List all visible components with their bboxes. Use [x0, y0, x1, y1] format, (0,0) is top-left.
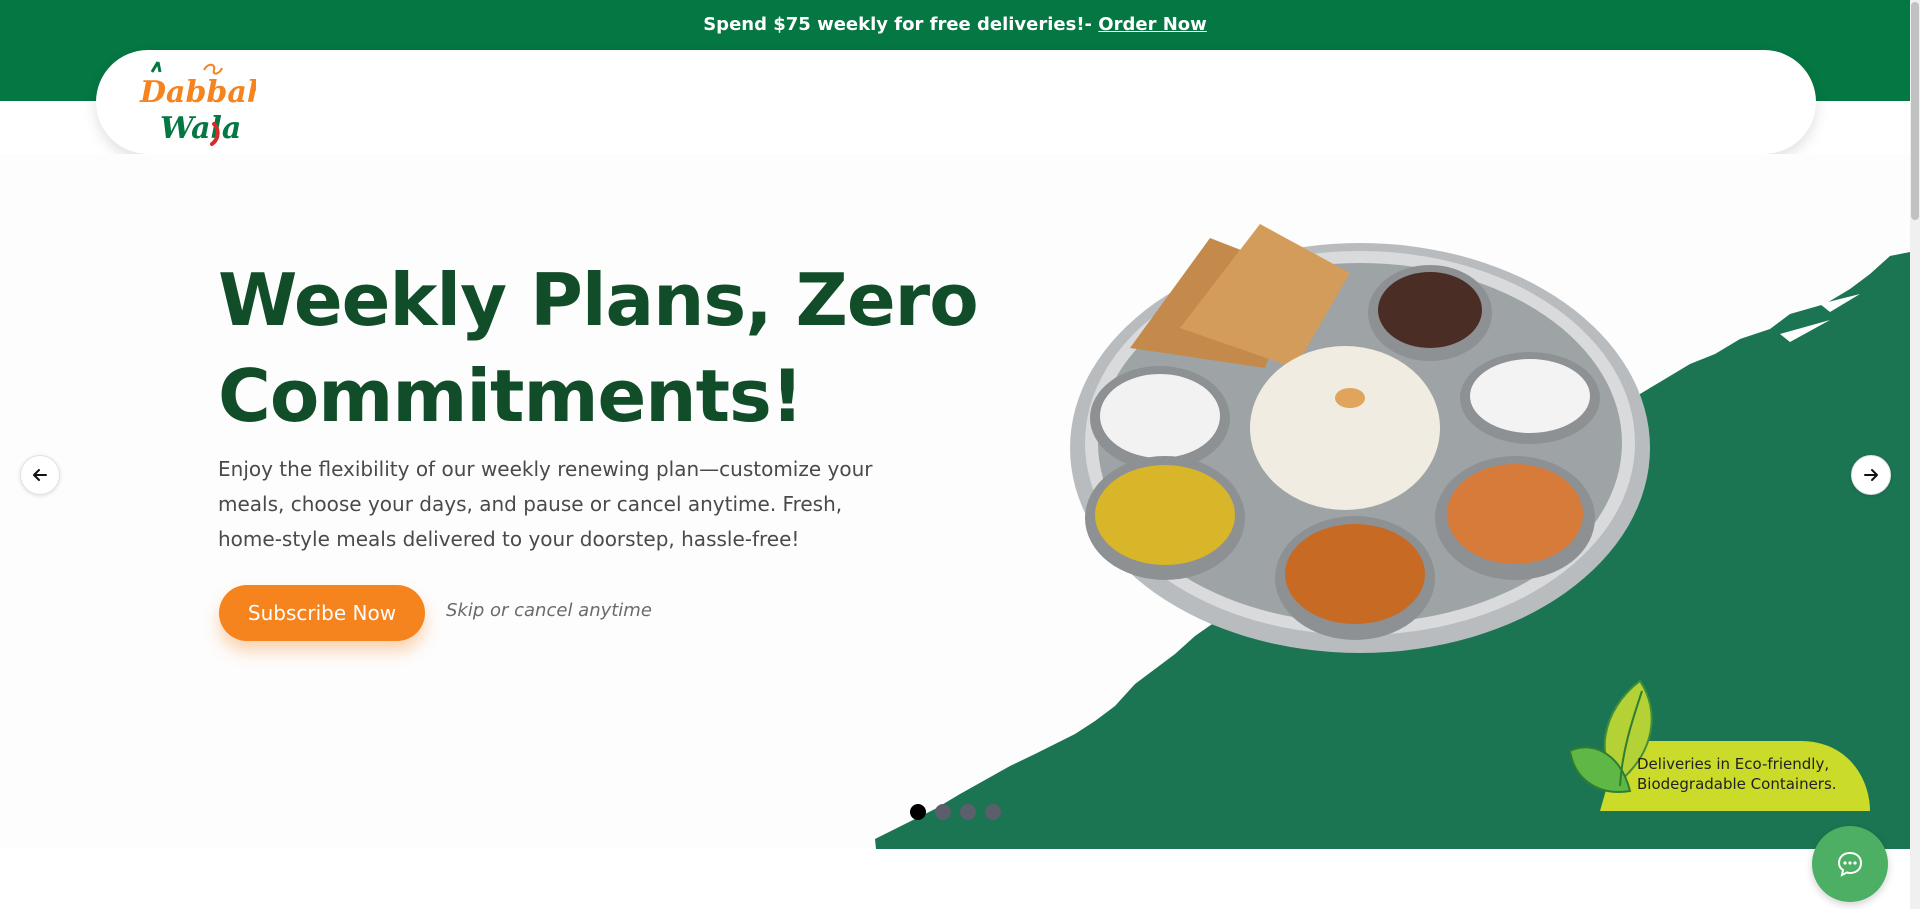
hero-description: Enjoy the flexibility of our weekly rene…	[218, 457, 873, 551]
cancel-note: Skip or cancel anytime	[446, 600, 652, 621]
carousel-prev-button[interactable]	[20, 455, 60, 495]
hero-title: Weekly Plans, Zero Commitments!	[218, 252, 979, 444]
carousel-dot-2[interactable]	[935, 804, 951, 820]
promo-message: Spend $75 weekly for free deliveries!- O…	[0, 14, 1910, 35]
arrow-right-icon	[1864, 469, 1878, 481]
carousel-dot-1[interactable]	[910, 804, 926, 820]
carousel-next-button[interactable]	[1851, 455, 1891, 495]
hero-title-line-2: Commitments!	[218, 354, 804, 438]
promo-text: Spend $75 weekly for free deliveries!-	[703, 14, 1099, 35]
logo-icon: Dabbah Wala	[139, 61, 269, 146]
chat-button[interactable]	[1812, 826, 1888, 902]
logo-word-2: Wala	[160, 111, 241, 146]
eco-message: Deliveries in Eco-friendly, Biodegradabl…	[1637, 754, 1867, 794]
chat-bubble-icon	[1837, 851, 1863, 877]
hero-title-line-1: Weekly Plans, Zero	[218, 258, 979, 342]
hero-carousel: Weekly Plans, Zero Commitments! Enjoy th…	[0, 154, 1910, 849]
brand-logo[interactable]: Dabbah Wala	[136, 58, 269, 148]
eco-line-2: Biodegradable Containers.	[1637, 775, 1837, 793]
site-header: Dabbah Wala	[96, 50, 1816, 154]
subscribe-now-button[interactable]: Subscribe Now	[219, 585, 425, 641]
logo-word-1: Dabbah	[139, 75, 256, 110]
order-now-link[interactable]: Order Now	[1098, 14, 1206, 35]
arrow-left-icon	[33, 469, 47, 481]
scrollbar-thumb[interactable]	[1911, 2, 1919, 220]
eco-badge	[1568, 679, 1870, 811]
carousel-dot-4[interactable]	[985, 804, 1001, 820]
carousel-dot-3[interactable]	[960, 804, 976, 820]
carousel-pagination	[910, 804, 1001, 820]
thali-image	[1070, 224, 1650, 653]
eco-line-1: Deliveries in Eco-friendly,	[1637, 755, 1830, 773]
page-scrollbar[interactable]	[1910, 0, 1920, 909]
